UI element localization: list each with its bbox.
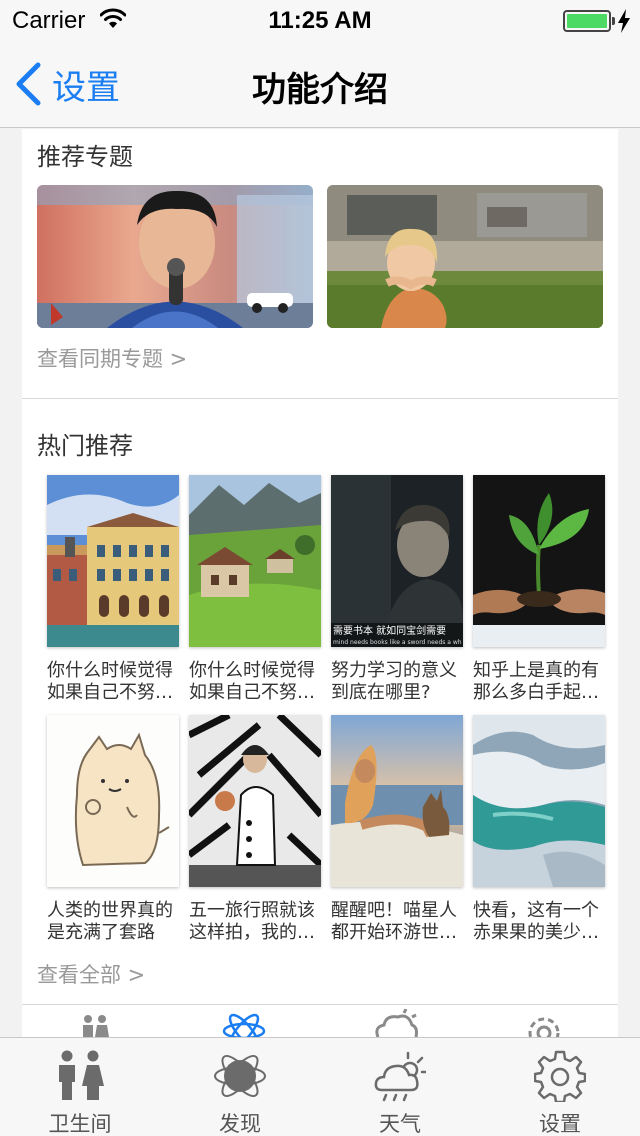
thumb-cartoon-creature (47, 715, 179, 887)
article-title: 你什么时候觉得如果自己不努… (189, 660, 315, 703)
article-title: 醒醒吧！喵星人都开始环游世… (331, 900, 457, 943)
section-divider (22, 398, 618, 399)
article-thumbnail (189, 475, 321, 647)
status-time: 11:25 AM (268, 7, 372, 34)
thumb-caption-line1: 需要书本 就如同宝剑需要 (333, 624, 446, 637)
topic-photo-singer (37, 185, 313, 328)
article-title: 快看，这有一个赤果果的美少… (473, 900, 599, 943)
topic-image[interactable] (327, 185, 603, 328)
navigation-bar: 设置 功能介绍 (0, 40, 640, 128)
article-thumbnail (189, 715, 321, 887)
article-card[interactable]: 需要书本 就如同宝剑需要 mind needs books like a swo… (331, 475, 463, 704)
thumb-street-art (189, 715, 321, 887)
section-divider (22, 1004, 618, 1005)
tab-discover[interactable]: 发现 (160, 1038, 320, 1136)
section-title-topics: 推荐专题 (37, 143, 133, 171)
page-title: 功能介绍 (252, 70, 388, 110)
status-bar: Carrier 11:25 AM (0, 0, 640, 40)
article-title: 五一旅行照就该这样拍，我的… (189, 900, 315, 943)
weather-icon (375, 1009, 418, 1037)
thumb-mountain-village (189, 475, 321, 647)
tab-label: 设置 (539, 1112, 581, 1136)
view-topics-link[interactable]: 查看同期专题 > (37, 343, 187, 373)
section-title-hot: 热门推荐 (37, 432, 133, 460)
tab-settings[interactable]: 设置 (480, 1038, 640, 1136)
content-card: 推荐专题 查看同期专题 > 热门推荐 你什么时候觉得如果自己不努… 你什么时候觉… (22, 129, 618, 1037)
view-all-link[interactable]: 查看全部 > (37, 959, 145, 989)
battery-icon (563, 10, 611, 32)
thumb-town-building (47, 475, 179, 647)
tab-restroom[interactable]: 卫生间 (0, 1038, 160, 1136)
restroom-icon (83, 1015, 109, 1037)
article-thumbnail: 需要书本 就如同宝剑需要 mind needs books like a swo… (331, 475, 463, 647)
charging-bolt-icon (618, 9, 630, 33)
article-card[interactable]: 人类的世界真的是充满了套路 (47, 715, 179, 944)
thumb-sprout-hands (473, 475, 605, 647)
thumb-caption-line2: mind needs books like a sword needs a wh (333, 639, 462, 646)
article-card[interactable]: 你什么时候觉得如果自己不努… (189, 475, 321, 704)
article-thumbnail (47, 475, 179, 647)
battery-level (567, 14, 607, 28)
article-thumbnail (331, 715, 463, 887)
gear-icon (528, 1017, 560, 1037)
article-card[interactable]: 五一旅行照就该这样拍，我的… (189, 715, 321, 944)
article-title: 知乎上是真的有那么多白手起… (473, 660, 599, 703)
discover-icon (222, 1013, 266, 1037)
thumb-sunset-cat (331, 715, 463, 887)
thumb-dark-portrait: 需要书本 就如同宝剑需要 mind needs books like a swo… (331, 475, 463, 647)
article-thumbnail (473, 475, 605, 647)
article-card[interactable]: 醒醒吧！喵星人都开始环游世… (331, 715, 463, 944)
topic-photo-girl (327, 185, 603, 328)
topic-image[interactable] (37, 185, 313, 328)
article-title: 人类的世界真的是充满了套路 (47, 900, 173, 943)
thumb-river-rocks (473, 715, 605, 887)
article-thumbnail (473, 715, 605, 887)
weather-icon (374, 1051, 426, 1102)
tab-label: 发现 (219, 1112, 261, 1136)
restroom-icon (59, 1050, 104, 1100)
article-card[interactable]: 你什么时候觉得如果自己不努… (47, 475, 179, 704)
tab-label: 卫生间 (48, 1112, 112, 1136)
gear-icon (534, 1050, 586, 1102)
tab-label: 天气 (379, 1112, 421, 1136)
article-card[interactable]: 快看，这有一个赤果果的美少… (473, 715, 605, 944)
article-title: 你什么时候觉得如果自己不努… (47, 660, 173, 703)
battery-tip (612, 17, 615, 25)
tab-weather[interactable]: 天气 (320, 1038, 480, 1136)
tab-bar: 卫生间 发现 天气 设置 (0, 1037, 640, 1136)
article-title: 努力学习的意义到底在哪里? (331, 660, 457, 703)
article-card[interactable]: 知乎上是真的有那么多白手起… (473, 475, 605, 704)
discover-icon (214, 1054, 266, 1098)
article-thumbnail (47, 715, 179, 887)
